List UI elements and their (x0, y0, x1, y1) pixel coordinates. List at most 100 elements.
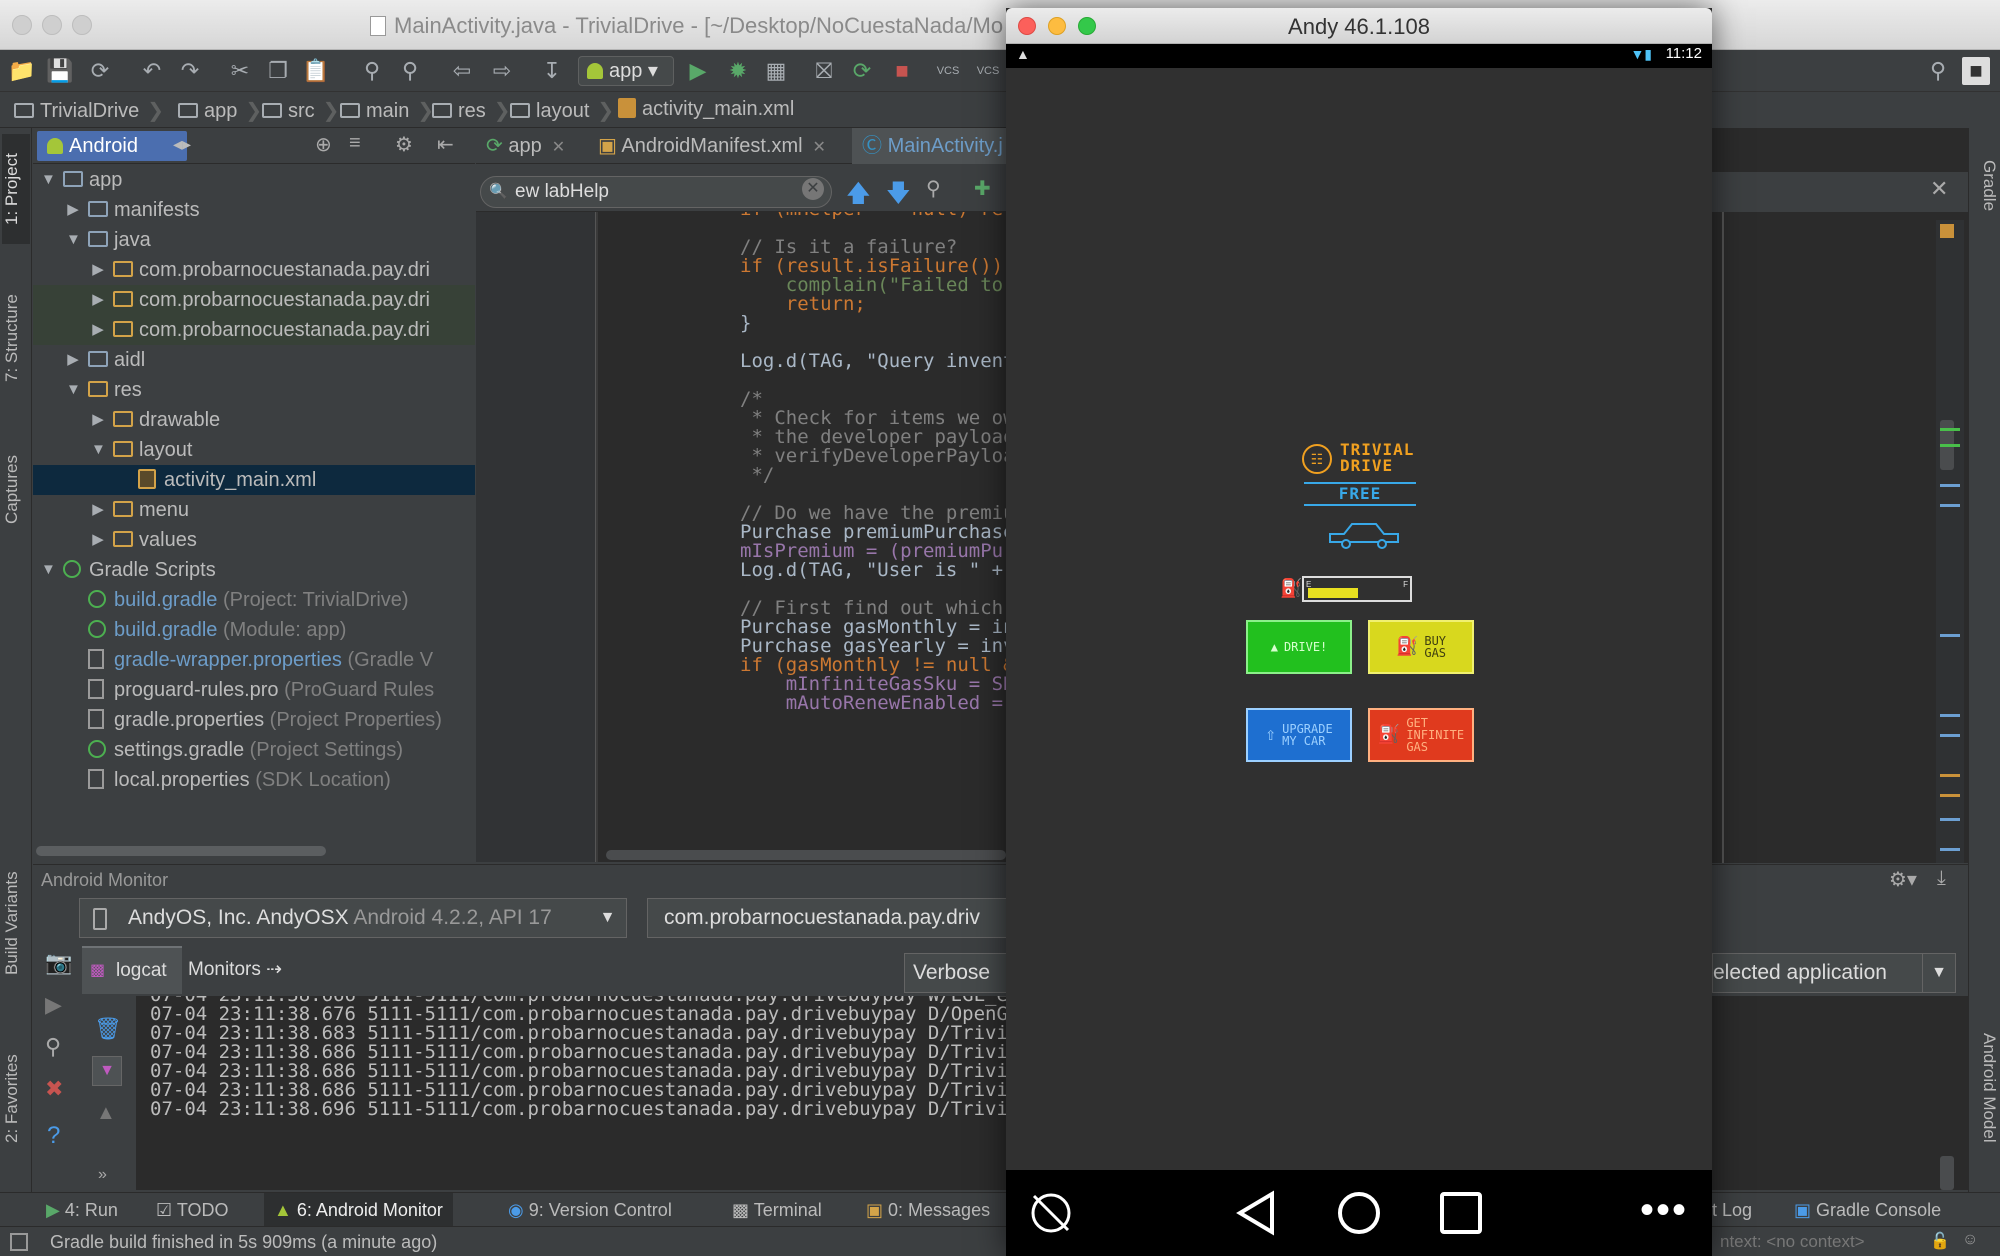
tree-item[interactable]: ▼ java (33, 225, 475, 255)
ide-minimize-button[interactable] (42, 15, 62, 35)
tab-build-variants[interactable]: Build Variants (2, 858, 30, 988)
tree-item[interactable]: activity_main.xml (33, 465, 475, 495)
more-options-icon[interactable]: ••• (1640, 1188, 1688, 1233)
tree-item[interactable]: build.gradle (Module: app) (33, 615, 475, 645)
change-marker[interactable] (1940, 848, 1960, 851)
visibility-off-icon[interactable] (1028, 1190, 1074, 1236)
tab-event-log[interactable]: t Log (1712, 1193, 1752, 1227)
collapsed-arrow-icon[interactable]: ▶ (91, 405, 105, 435)
inspector-icon[interactable]: ☺ (1962, 1231, 1978, 1249)
recents-button[interactable] (1438, 1190, 1484, 1236)
monitor-settings-icon[interactable]: ⚙▾ (1889, 867, 1917, 892)
previous-occurrence-icon[interactable]: 🡅 (846, 176, 871, 217)
infinite-gas-button[interactable]: ⛽ GET INFINITE GAS (1368, 708, 1474, 762)
back-icon[interactable]: ⇦ (448, 57, 476, 85)
collapsed-arrow-icon[interactable]: ▶ (91, 285, 105, 315)
crumb-src[interactable]: src ❯ (262, 98, 339, 123)
next-occurrence-icon[interactable]: 🡇 (886, 176, 911, 217)
undo-icon[interactable]: ↶ (138, 57, 166, 85)
change-marker[interactable] (1940, 634, 1960, 637)
tab-favorites[interactable]: 2: Favorites (2, 1044, 30, 1154)
tree-item[interactable]: ▼ app (33, 165, 475, 195)
cut-icon[interactable]: ✂ (226, 57, 254, 85)
expanded-arrow-icon[interactable]: ▼ (66, 225, 81, 255)
tab-captures[interactable]: Captures (2, 440, 30, 540)
change-marker[interactable] (1940, 794, 1960, 797)
collapsed-arrow-icon[interactable]: ▶ (66, 345, 80, 375)
tree-item[interactable]: ▶ com.probarnocuestanada.pay.dri (33, 315, 475, 345)
clear-search-icon[interactable]: ✕ (802, 178, 824, 200)
log-level-select[interactable]: Verbose (904, 953, 1012, 993)
tab-structure[interactable]: 7: Structure (2, 278, 30, 398)
toggle-tool-windows-icon[interactable] (10, 1233, 28, 1251)
tree-item[interactable]: ▶ com.probarnocuestanada.pay.dri (33, 255, 475, 285)
home-button[interactable] (1336, 1190, 1382, 1236)
find-all-icon[interactable]: ⚲ (926, 176, 941, 201)
search-everywhere-icon[interactable]: ⚲ (1924, 57, 1952, 85)
warning-marker-icon[interactable] (1940, 224, 1954, 238)
coverage-icon[interactable]: ▦ (762, 57, 790, 85)
tab-monitors[interactable]: Monitors ⇢ (188, 946, 282, 994)
find-icon[interactable]: ⚲ (358, 57, 386, 85)
collapsed-arrow-icon[interactable]: ▶ (91, 315, 105, 345)
ide-close-button[interactable] (12, 15, 32, 35)
tree-item[interactable]: ▶ manifests (33, 195, 475, 225)
tab-todo[interactable]: ☑ TODO (156, 1193, 229, 1227)
sync-icon[interactable]: ⟳ (86, 57, 114, 85)
tab-main-activity[interactable]: Ⓒ MainActivity.j (852, 128, 1012, 164)
tab-messages[interactable]: ▣ 0: Messages (866, 1193, 990, 1227)
replace-icon[interactable]: ⚲ (396, 57, 424, 85)
tab-gradle-console[interactable]: ▣ Gradle Console (1794, 1193, 1941, 1227)
expanded-arrow-icon[interactable]: ▼ (91, 435, 106, 465)
change-marker[interactable] (1940, 444, 1960, 447)
device-select[interactable]: AndyOS, Inc. AndyOSX Android 4.2.2, API … (79, 898, 627, 938)
add-selection-icon[interactable]: ✚ (974, 176, 991, 201)
ide-zoom-button[interactable] (72, 15, 92, 35)
tree-item[interactable]: gradle-wrapper.properties (Gradle V (33, 645, 475, 675)
crumb-layout[interactable]: layout ❯ (510, 98, 614, 123)
tree-item[interactable]: ▶ values (33, 525, 475, 555)
tab-terminal[interactable]: ▩ Terminal (732, 1193, 822, 1227)
upgrade-car-button[interactable]: ⇧ UPGRADE MY CAR (1246, 708, 1352, 762)
more-icon[interactable]: » (98, 1166, 107, 1184)
lock-icon[interactable]: 🔓 (1930, 1231, 1950, 1251)
tree-horizontal-scrollbar[interactable] (36, 846, 326, 856)
copy-icon[interactable]: ❐ (264, 57, 292, 85)
screenshot-icon[interactable]: 📷 (45, 950, 72, 976)
tab-version-control[interactable]: ◉ 9: Version Control (508, 1193, 672, 1227)
collapsed-arrow-icon[interactable]: ▶ (91, 525, 105, 555)
run-icon[interactable]: ▶ (684, 57, 712, 85)
expanded-arrow-icon[interactable]: ▼ (41, 555, 56, 585)
change-marker[interactable] (1940, 714, 1960, 717)
change-marker[interactable] (1940, 774, 1960, 777)
forward-icon[interactable]: ⇨ (488, 57, 516, 85)
vcs-commit-icon[interactable]: VCS (974, 57, 1002, 85)
debug-icon[interactable]: ✹ (724, 57, 752, 85)
close-tab-icon[interactable]: ✕ (813, 139, 826, 156)
logcat-output[interactable]: 07-04 23:11:38.666 5111-5111/com.probarn… (136, 996, 1010, 1190)
change-marker[interactable] (1940, 734, 1960, 737)
device-dropdown-arrow[interactable]: ▼ (589, 898, 627, 938)
open-folder-icon[interactable]: 📁 (8, 57, 36, 85)
expanded-arrow-icon[interactable]: ▼ (66, 375, 81, 405)
editor-horizontal-scrollbar[interactable] (606, 850, 1006, 860)
apply-changes-icon[interactable]: ⟳ (848, 57, 876, 85)
clear-logcat-icon[interactable]: 🗑 (94, 1016, 122, 1042)
collapsed-arrow-icon[interactable]: ▶ (66, 195, 80, 225)
tree-item[interactable]: build.gradle (Project: TrivialDrive) (33, 585, 475, 615)
tree-item[interactable]: local.properties (SDK Location) (33, 765, 475, 795)
project-view-selector[interactable]: Android (37, 131, 187, 161)
paste-icon[interactable]: 📋 (302, 57, 330, 85)
crumb-res[interactable]: res ❯ (432, 98, 511, 123)
tree-item[interactable]: ▶ aidl (33, 345, 475, 375)
screen-record-icon[interactable]: ▶ (45, 992, 62, 1018)
app-screen[interactable]: ☷ TRIVIAL DRIVE FREE ⛽ E F ▲ DRIVE! ⛽ BUY G… (1006, 68, 1712, 1178)
hide-panel-icon[interactable]: ⇤ (437, 132, 454, 157)
crumb-app[interactable]: app ❯ (178, 98, 262, 123)
buy-gas-button[interactable]: ⛽ BUY GAS (1368, 620, 1474, 674)
change-marker[interactable] (1940, 818, 1960, 821)
redo-icon[interactable]: ↷ (176, 57, 204, 85)
tree-item[interactable]: gradle.properties (Project Properties) (33, 705, 475, 735)
tree-item[interactable]: ▼ layout (33, 435, 475, 465)
collapsed-arrow-icon[interactable]: ▶ (91, 495, 105, 525)
